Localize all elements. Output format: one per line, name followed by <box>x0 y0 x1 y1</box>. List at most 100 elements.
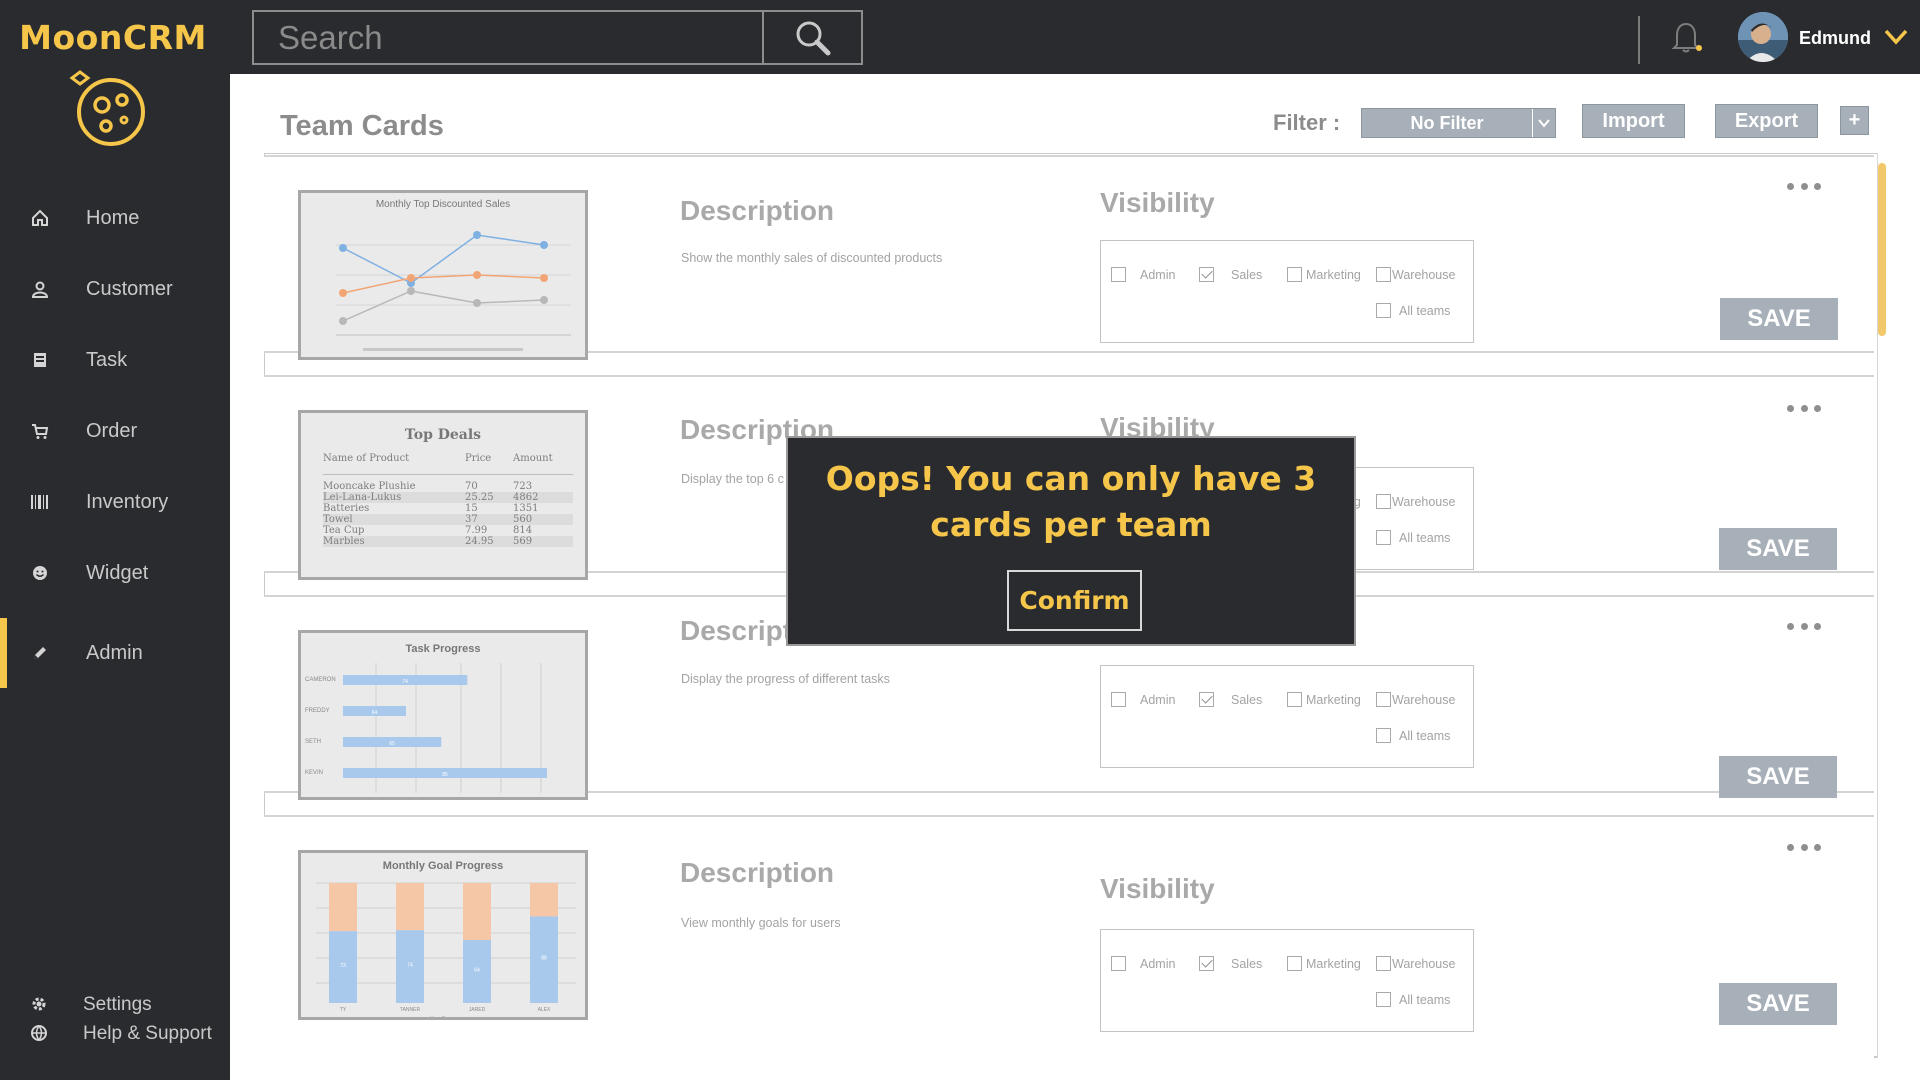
checkbox-warehouse[interactable] <box>1376 956 1391 971</box>
save-button[interactable]: SAVE <box>1720 298 1838 340</box>
data-label: 88 <box>541 956 547 962</box>
checkbox-all-teams[interactable] <box>1376 728 1391 743</box>
checkbox-admin[interactable] <box>1111 692 1126 707</box>
table-cell: 37 <box>465 514 478 525</box>
sidebar-item-admin[interactable]: Admin <box>0 618 230 688</box>
description-text: Show the monthly sales of discounted pro… <box>681 251 943 265</box>
data-label: 65 <box>389 741 395 747</box>
data-label: 74 <box>407 963 413 969</box>
column-header: Price <box>465 453 492 464</box>
table-cell: 569 <box>513 536 533 547</box>
sidebar-item-label: Help & Support <box>83 1023 212 1044</box>
sidebar-item-order[interactable]: Order <box>0 396 230 466</box>
sidebar-item-widget[interactable]: Widget <box>0 538 230 608</box>
tick-label: ALEX <box>538 1007 551 1013</box>
table-cell: 4862 <box>513 492 539 503</box>
checkbox-all-teams[interactable] <box>1376 530 1391 545</box>
card-thumbnail[interactable]: Task Progress CAMERON 74 FREDDY 64 SETH 65 KEV… <box>298 630 588 800</box>
username[interactable]: Edmund <box>1799 28 1871 49</box>
add-card-button[interactable]: + <box>1840 106 1869 135</box>
card-thumbnail[interactable]: Top Deals Name of Product Price Amount M… <box>298 410 588 580</box>
checkbox-label: Sales <box>1231 693 1263 707</box>
checkbox-label: Sales <box>1231 268 1263 282</box>
sidebar-item-label: Order <box>86 419 138 442</box>
table-cell: Tea Cup <box>323 525 365 536</box>
card-thumbnail[interactable]: Monthly Top Discounted Sales <box>298 190 588 360</box>
checkbox-label: All teams <box>1399 304 1451 318</box>
sidebar-item-inventory[interactable]: Inventory <box>0 467 230 537</box>
export-button[interactable]: Export <box>1715 104 1818 138</box>
more-options-icon[interactable] <box>1787 181 1821 191</box>
topbar: Edmund <box>230 0 1920 74</box>
task-icon <box>30 350 50 370</box>
checkbox-sales[interactable] <box>1199 267 1214 282</box>
sidebar-item-label: Home <box>86 206 140 229</box>
sidebar: MoonCRM Home Customer Task Order Invento… <box>0 0 230 1080</box>
description-text: Display the progress of different tasks <box>681 672 890 686</box>
sidebar-item-label: Settings <box>83 994 152 1015</box>
search-box <box>252 10 764 65</box>
more-options-icon[interactable] <box>1787 842 1821 852</box>
checkbox-label: Marketing <box>1306 957 1361 971</box>
table-cell: Lei-Lana-Lukus <box>323 492 402 503</box>
save-button[interactable]: SAVE <box>1719 983 1837 1025</box>
table-row: Towel 37 560 <box>323 514 573 525</box>
notification-bell-icon[interactable] <box>1668 20 1706 54</box>
confirm-button[interactable]: Confirm <box>1007 570 1142 631</box>
filter-select[interactable]: No Filter <box>1361 108 1556 138</box>
table-row: Mooncake Plushie 70 723 <box>323 481 573 492</box>
visibility-box: Admin Sales Marketing Warehouse All team… <box>1100 929 1474 1032</box>
checkbox-sales[interactable] <box>1199 692 1214 707</box>
sidebar-item-help[interactable]: Help & Support <box>0 1019 230 1049</box>
alert-message-line: cards per team <box>930 505 1212 544</box>
card-thumbnail[interactable]: Monthly Goal Progress 73 TY 74 TANNER 64 JARE… <box>298 850 588 1020</box>
search-button[interactable] <box>762 10 863 65</box>
tick-label: TANNER <box>400 1007 421 1013</box>
checkbox-warehouse[interactable] <box>1376 494 1391 509</box>
tick-label: KEVIN <box>305 770 323 776</box>
table-row: Marbles 24.95 569 <box>323 536 573 547</box>
checkbox-label: All teams <box>1399 993 1451 1007</box>
column-header: Name of Product <box>323 453 410 464</box>
more-options-icon[interactable] <box>1787 403 1821 413</box>
sidebar-item-customer[interactable]: Customer <box>0 254 230 324</box>
table-cell: 560 <box>513 514 533 525</box>
table-cell: 7.99 <box>465 525 488 536</box>
sidebar-item-task[interactable]: Task <box>0 325 230 395</box>
user-icon <box>30 279 50 299</box>
checkbox-warehouse[interactable] <box>1376 267 1391 282</box>
alert-message-line: Oops! You can only have 3 <box>825 459 1317 498</box>
filter-value: No Filter <box>1410 112 1484 133</box>
save-button[interactable]: SAVE <box>1719 528 1837 570</box>
table-cell: Marbles <box>323 536 365 547</box>
filter-label: Filter : <box>1273 110 1341 135</box>
app-root: MoonCRM Home Customer Task Order Invento… <box>0 0 1920 1080</box>
checkbox-admin[interactable] <box>1111 267 1126 282</box>
sidebar-item-label: Task <box>86 348 128 371</box>
checkbox-sales[interactable] <box>1199 956 1214 971</box>
sidebar-item-settings[interactable]: Settings <box>0 990 230 1020</box>
line-chart-thumbnail <box>336 231 571 351</box>
scrollbar-thumb[interactable] <box>1878 163 1886 336</box>
checkbox-warehouse[interactable] <box>1376 692 1391 707</box>
checkbox-marketing[interactable] <box>1287 956 1302 971</box>
save-button[interactable]: SAVE <box>1719 756 1837 798</box>
app-logo-text: MoonCRM <box>19 18 207 57</box>
checkbox-marketing[interactable] <box>1287 267 1302 282</box>
checkbox-all-teams[interactable] <box>1376 303 1391 318</box>
search-input[interactable] <box>254 12 762 63</box>
sidebar-item-home[interactable]: Home <box>0 183 230 253</box>
more-options-icon[interactable] <box>1787 621 1821 631</box>
table-cell: 24.95 <box>465 536 494 547</box>
checkbox-admin[interactable] <box>1111 956 1126 971</box>
data-label: 73 <box>340 963 346 969</box>
chevron-down-icon[interactable] <box>1883 27 1909 47</box>
globe-icon <box>30 1024 48 1042</box>
table-cell: 70 <box>465 481 478 492</box>
cart-icon <box>30 421 50 441</box>
avatar[interactable] <box>1738 12 1788 62</box>
checkbox-all-teams[interactable] <box>1376 992 1391 1007</box>
import-button[interactable]: Import <box>1582 104 1685 138</box>
checkbox-marketing[interactable] <box>1287 692 1302 707</box>
data-label: 64 <box>372 710 378 716</box>
